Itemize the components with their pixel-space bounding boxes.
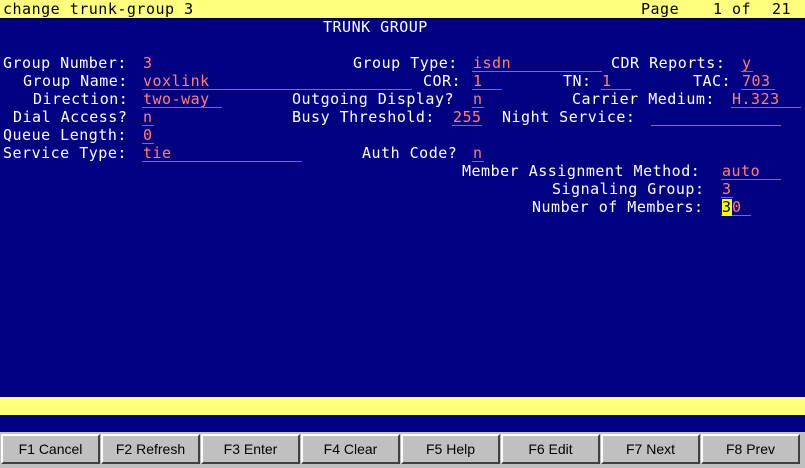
- f8-prev-button[interactable]: F8 Prev: [701, 434, 800, 464]
- f4-clear-button[interactable]: F4 Clear: [301, 434, 400, 464]
- f5-help-button[interactable]: F5 Help: [401, 434, 500, 464]
- text-cursor: 3: [722, 198, 732, 216]
- signaling-group-label: Signaling Group:: [552, 180, 705, 198]
- queue-length-label: Queue Length:: [3, 126, 127, 144]
- service-type-label: Service Type:: [3, 144, 127, 162]
- dial-access-field[interactable]: n: [142, 109, 154, 126]
- outgoing-display-field[interactable]: n: [472, 91, 484, 108]
- page-current: 1: [713, 0, 723, 18]
- tn-label: TN:: [563, 72, 592, 90]
- night-service-field[interactable]: [651, 109, 781, 126]
- dial-access-label: Dial Access?: [13, 108, 128, 126]
- member-assignment-method-label: Member Assignment Method:: [462, 162, 701, 180]
- cor-field[interactable]: 1: [472, 73, 502, 90]
- function-key-bar: F1 Cancel F2 Refresh F3 Enter F4 Clear F…: [0, 432, 805, 468]
- number-of-members-label: Number of Members:: [532, 198, 704, 216]
- f7-next-button[interactable]: F7 Next: [601, 434, 700, 464]
- command-text: change trunk-group 3: [3, 0, 194, 18]
- carrier-medium-label: Carrier Medium:: [572, 90, 715, 108]
- busy-threshold-field[interactable]: 255: [452, 109, 482, 126]
- cor-label: COR:: [423, 72, 462, 90]
- group-type-field[interactable]: isdn: [472, 55, 602, 72]
- direction-field[interactable]: two-way: [142, 91, 222, 108]
- number-of-members-field[interactable]: 3 0: [721, 199, 751, 216]
- service-type-field[interactable]: tie: [142, 145, 302, 162]
- carrier-medium-field[interactable]: H.323: [731, 91, 801, 108]
- cdr-reports-label: CDR Reports:: [611, 54, 726, 72]
- command-bar: change trunk-group 3 Page 1 of 21: [0, 0, 805, 19]
- message-bar: [0, 397, 805, 415]
- form-title: TRUNK GROUP: [323, 18, 428, 36]
- direction-label: Direction:: [33, 90, 129, 108]
- f6-edit-button[interactable]: F6 Edit: [501, 434, 600, 464]
- f3-enter-button[interactable]: F3 Enter: [201, 434, 300, 464]
- group-number-label: Group Number:: [3, 54, 127, 72]
- night-service-label: Night Service:: [502, 108, 636, 126]
- auth-code-label: Auth Code?: [362, 144, 458, 162]
- page-of: of: [732, 0, 752, 18]
- tac-label: TAC:: [693, 72, 732, 90]
- number-of-members-rest: 0: [732, 198, 742, 216]
- group-name-label: Group Name:: [23, 72, 128, 90]
- cdr-reports-field[interactable]: y: [741, 55, 753, 72]
- f1-cancel-button[interactable]: F1 Cancel: [1, 434, 100, 464]
- queue-length-field[interactable]: 0: [142, 127, 154, 144]
- busy-threshold-label: Busy Threshold:: [292, 108, 435, 126]
- f2-refresh-button[interactable]: F2 Refresh: [101, 434, 200, 464]
- page-total: 21: [772, 0, 792, 18]
- group-number-value: 3: [143, 54, 153, 72]
- terminal-screen: change trunk-group 3 Page 1 of 21 TRUNK …: [0, 0, 805, 432]
- group-name-field[interactable]: voxlink: [142, 73, 412, 90]
- auth-code-field[interactable]: n: [472, 145, 484, 162]
- signaling-group-field[interactable]: 3: [721, 181, 733, 198]
- page-label: Page: [641, 0, 680, 18]
- member-assignment-method-field[interactable]: auto: [721, 163, 781, 180]
- group-type-label: Group Type:: [353, 54, 458, 72]
- tn-field[interactable]: 1: [601, 73, 631, 90]
- tac-field[interactable]: 703: [741, 73, 775, 90]
- outgoing-display-label: Outgoing Display?: [292, 90, 455, 108]
